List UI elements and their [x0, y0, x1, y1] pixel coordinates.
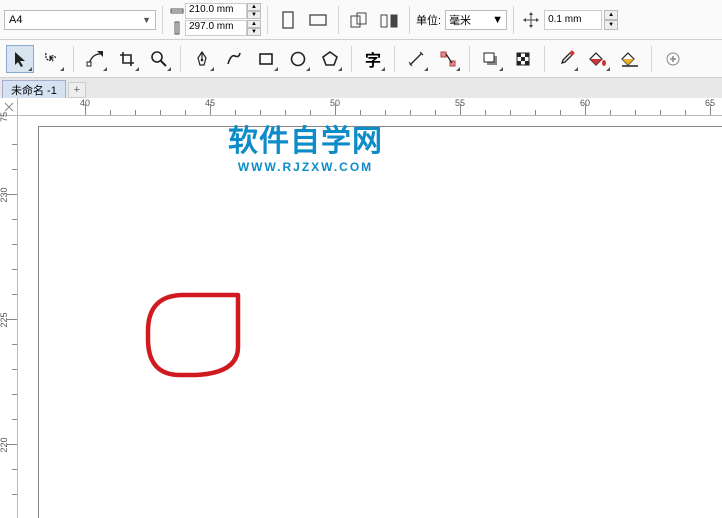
chevron-down-icon: ▼ — [142, 15, 151, 25]
eyedropper-tool[interactable] — [552, 45, 580, 73]
canvas[interactable]: 软件自学网 WWW.RJZXW.COM — [18, 116, 722, 518]
rectangle-tool[interactable] — [252, 45, 280, 73]
width-spin-down[interactable]: ▼ — [247, 11, 261, 19]
separator — [180, 46, 181, 72]
ruler-horizontal[interactable]: 40 45 50 55 60 65 — [18, 98, 722, 116]
dimension-tool[interactable] — [402, 45, 430, 73]
pen-tool[interactable] — [188, 45, 216, 73]
watermark: 软件自学网 WWW.RJZXW.COM — [228, 116, 383, 174]
polygon-tool[interactable] — [316, 45, 344, 73]
tab-label: 未命名 -1 — [11, 82, 57, 98]
fill-tool[interactable] — [584, 45, 612, 73]
shape-tool[interactable] — [81, 45, 109, 73]
separator — [409, 6, 410, 34]
portrait-button[interactable] — [274, 6, 302, 34]
document-tabbar: 未命名 -1 + — [0, 78, 722, 98]
height-spin-down[interactable]: ▼ — [247, 28, 261, 36]
drop-shadow-tool[interactable] — [477, 45, 505, 73]
watermark-title: 软件自学网 — [228, 116, 383, 160]
width-icon — [169, 3, 185, 19]
pick-tool[interactable] — [6, 45, 34, 73]
separator — [469, 46, 470, 72]
nudge-input[interactable]: 0.1 mm — [544, 10, 602, 30]
height-spin-up[interactable]: ▲ — [247, 20, 261, 28]
dimensions-group: 210.0 mm ▲ ▼ 297.0 mm ▲ ▼ — [169, 3, 261, 36]
current-page-button[interactable] — [375, 6, 403, 34]
ellipse-tool[interactable] — [284, 45, 312, 73]
crop-tool[interactable] — [113, 45, 141, 73]
freehand-pick-tool[interactable] — [38, 45, 66, 73]
page-size-select[interactable]: A4 ▼ — [4, 10, 156, 30]
zoom-tool[interactable] — [145, 45, 173, 73]
separator — [544, 46, 545, 72]
unit-select[interactable]: 毫米 ▼ — [445, 10, 507, 30]
height-icon — [169, 20, 185, 36]
separator — [513, 6, 514, 34]
add-document-button[interactable]: + — [68, 82, 86, 98]
width-spin-up[interactable]: ▲ — [247, 3, 261, 11]
watermark-url: WWW.RJZXW.COM — [228, 160, 383, 174]
nudge-icon — [520, 6, 542, 34]
tools-toolbar: 字 — [0, 40, 722, 78]
work-area: 40 45 50 55 60 65 75 230 225 — [0, 98, 722, 518]
height-input[interactable]: 297.0 mm — [185, 20, 247, 36]
separator — [73, 46, 74, 72]
property-toolbar: A4 ▼ 210.0 mm ▲ ▼ 297.0 mm ▲ ▼ 单位: 毫米 ▼ — [0, 0, 722, 40]
separator — [651, 46, 652, 72]
page-size-value: A4 — [9, 14, 22, 26]
nudge-spin-down[interactable]: ▼ — [604, 20, 618, 30]
outline-tool[interactable] — [616, 45, 644, 73]
text-tool[interactable]: 字 — [359, 45, 387, 73]
width-input[interactable]: 210.0 mm — [185, 3, 247, 19]
unit-value: 毫米 — [449, 12, 471, 28]
drawing-shape[interactable] — [140, 291, 250, 386]
separator — [162, 6, 163, 34]
document-tab[interactable]: 未命名 -1 — [2, 80, 66, 98]
separator — [351, 46, 352, 72]
separator — [394, 46, 395, 72]
artistic-media-tool[interactable] — [220, 45, 248, 73]
landscape-button[interactable] — [304, 6, 332, 34]
connector-tool[interactable] — [434, 45, 462, 73]
all-pages-button[interactable] — [345, 6, 373, 34]
separator — [267, 6, 268, 34]
transparency-tool[interactable] — [509, 45, 537, 73]
separator — [338, 6, 339, 34]
chevron-down-icon: ▼ — [492, 14, 503, 26]
nudge-spin-up[interactable]: ▲ — [604, 10, 618, 20]
unit-label: 单位: — [416, 12, 441, 28]
add-tool[interactable] — [659, 45, 687, 73]
ruler-vertical[interactable]: 75 230 225 220 — [0, 116, 18, 518]
